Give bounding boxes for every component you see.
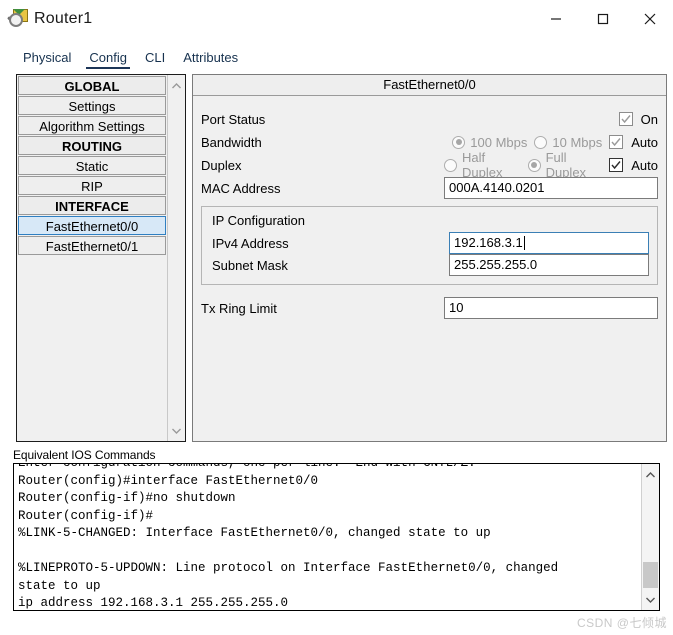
subnet-mask-row: Subnet Mask 255.255.255.0 xyxy=(210,254,649,276)
inspect-package-icon xyxy=(6,8,28,30)
console-scroll-down-button[interactable] xyxy=(642,591,659,608)
config-sidebar: GLOBAL Settings Algorithm Settings ROUTI… xyxy=(16,74,186,442)
sidebar-item-static[interactable]: Static xyxy=(18,156,166,175)
duplex-radio-half[interactable] xyxy=(444,158,457,172)
interface-panel-title: FastEthernet0/0 xyxy=(193,75,666,96)
ip-configuration-title: IP Configuration xyxy=(212,213,305,228)
sidebar-header-global: GLOBAL xyxy=(18,76,166,95)
tab-bar: Physical Config CLI Attributes xyxy=(0,38,673,70)
window-controls xyxy=(532,0,673,38)
window-titlebar: Router1 xyxy=(0,0,673,38)
duplex-radio-full-label: Full Duplex xyxy=(545,150,587,180)
tab-config[interactable]: Config xyxy=(80,50,136,70)
console-scroll-thumb[interactable] xyxy=(643,562,658,588)
chevron-down-icon xyxy=(646,597,655,603)
ipv4-address-row: IPv4 Address 192.168.3.1 xyxy=(210,232,649,254)
check-icon xyxy=(611,138,621,147)
sidebar-list: GLOBAL Settings Algorithm Settings ROUTI… xyxy=(17,75,167,441)
bandwidth-radio-100mbps-label: 100 Mbps xyxy=(470,134,528,150)
sidebar-scrollbar[interactable] xyxy=(167,75,185,441)
tx-ring-limit-input[interactable]: 10 xyxy=(444,297,658,319)
sidebar-scroll-up-button[interactable] xyxy=(168,77,185,94)
console-output[interactable]: Enter configuration commands, one per li… xyxy=(14,464,641,610)
bandwidth-auto-checkbox[interactable] xyxy=(609,135,624,149)
interface-panel-body: Port Status On Bandwidth 100 Mbps 10 Mbp… xyxy=(193,96,666,441)
ipv4-address-value: 192.168.3.1 xyxy=(454,235,523,250)
sidebar-scroll-down-button[interactable] xyxy=(168,422,185,439)
sidebar-header-routing: ROUTING xyxy=(18,136,166,155)
console-label: Equivalent IOS Commands xyxy=(13,448,156,462)
text-caret xyxy=(523,236,525,250)
ipv4-address-input[interactable]: 192.168.3.1 xyxy=(449,232,649,254)
duplex-row: Duplex Half Duplex Full Duplex Auto xyxy=(201,150,658,180)
chevron-up-icon xyxy=(646,471,655,477)
interface-panel: FastEthernet0/0 Port Status On Bandwidth xyxy=(192,74,667,442)
bandwidth-radio-10mbps-label: 10 Mbps xyxy=(552,134,603,150)
minimize-button[interactable] xyxy=(532,0,579,38)
duplex-radio-full[interactable] xyxy=(527,158,541,172)
tab-physical[interactable]: Physical xyxy=(14,50,80,70)
bandwidth-auto-label: Auto xyxy=(631,134,658,150)
duplex-label: Duplex xyxy=(201,157,242,173)
ipv4-address-label: IPv4 Address xyxy=(212,235,289,251)
duplex-radio-half-label: Half Duplex xyxy=(462,150,503,180)
chevron-down-icon xyxy=(172,428,181,434)
console-scrollbar[interactable] xyxy=(641,464,659,610)
port-status-label: Port Status xyxy=(201,111,266,127)
subnet-mask-label: Subnet Mask xyxy=(212,257,288,273)
sidebar-item-fastethernet0-0[interactable]: FastEthernet0/0 xyxy=(18,216,166,235)
config-content: GLOBAL Settings Algorithm Settings ROUTI… xyxy=(0,70,673,442)
port-status-checkbox-label: On xyxy=(640,111,658,127)
sidebar-item-fastethernet0-1[interactable]: FastEthernet0/1 xyxy=(18,236,166,255)
tx-ring-limit-row: Tx Ring Limit 10 xyxy=(201,297,658,319)
close-icon xyxy=(644,13,655,25)
port-status-checkbox[interactable] xyxy=(618,112,633,126)
mac-address-row: MAC Address 000A.4140.0201 xyxy=(201,177,658,199)
console-box: Enter configuration commands, one per li… xyxy=(13,463,660,611)
duplex-auto-checkbox[interactable] xyxy=(609,158,624,172)
check-icon xyxy=(621,115,631,124)
sidebar-item-rip[interactable]: RIP xyxy=(18,176,166,195)
tab-cli[interactable]: CLI xyxy=(136,50,174,70)
minimize-icon xyxy=(550,18,561,20)
duplex-auto-label: Auto xyxy=(631,157,658,173)
subnet-mask-input[interactable]: 255.255.255.0 xyxy=(449,254,649,276)
equivalent-ios-commands-section: Equivalent IOS Commands Enter configurat… xyxy=(0,448,673,611)
maximize-button[interactable] xyxy=(579,0,626,38)
console-scroll-up-button[interactable] xyxy=(642,466,659,483)
ip-configuration-group: IP Configuration IPv4 Address 192.168.3.… xyxy=(201,206,658,285)
sidebar-item-settings[interactable]: Settings xyxy=(18,96,166,115)
bandwidth-label: Bandwidth xyxy=(201,134,262,150)
bandwidth-radio-10mbps[interactable] xyxy=(534,135,548,149)
tx-ring-limit-label: Tx Ring Limit xyxy=(201,300,277,316)
sidebar-item-algorithm-settings[interactable]: Algorithm Settings xyxy=(18,116,166,135)
check-icon xyxy=(611,161,621,170)
sidebar-header-interface: INTERFACE xyxy=(18,196,166,215)
mac-address-input[interactable]: 000A.4140.0201 xyxy=(444,177,658,199)
window-title: Router1 xyxy=(34,10,93,27)
bandwidth-radio-100mbps[interactable] xyxy=(452,135,466,149)
mac-address-label: MAC Address xyxy=(201,180,281,196)
maximize-icon xyxy=(597,13,608,25)
watermark: CSDN @七倾城 xyxy=(576,616,667,630)
chevron-up-icon xyxy=(172,82,181,88)
port-status-row: Port Status On xyxy=(201,108,658,130)
close-button[interactable] xyxy=(626,0,673,38)
tab-attributes[interactable]: Attributes xyxy=(174,50,247,70)
